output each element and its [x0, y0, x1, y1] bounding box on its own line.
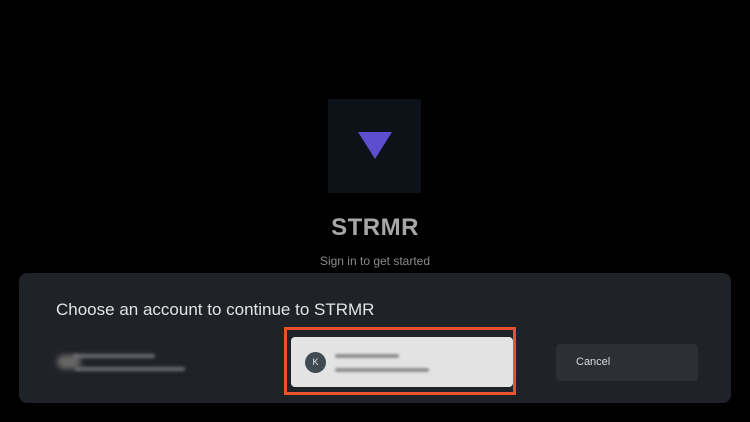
- account-chooser-sheet: Choose an account to continue to STRMR K…: [19, 273, 731, 403]
- chooser-title: Choose an account to continue to STRMR: [56, 300, 375, 319]
- app-logo: [328, 99, 421, 193]
- triangle-logo-icon: [357, 132, 392, 159]
- account-name-redacted: [335, 354, 399, 358]
- account-option-2[interactable]: K: [291, 337, 513, 387]
- signin-screen: STRMR Sign in to get started Choose an a…: [0, 0, 750, 422]
- account-email-redacted: [75, 367, 185, 371]
- account-name-redacted: [73, 354, 155, 358]
- account-email-redacted: [335, 368, 429, 372]
- app-name: STRMR: [331, 214, 419, 241]
- account-option-1[interactable]: [57, 351, 197, 375]
- avatar: K: [305, 352, 326, 373]
- cancel-button[interactable]: Cancel: [556, 344, 698, 381]
- app-tagline: Sign in to get started: [319, 254, 431, 268]
